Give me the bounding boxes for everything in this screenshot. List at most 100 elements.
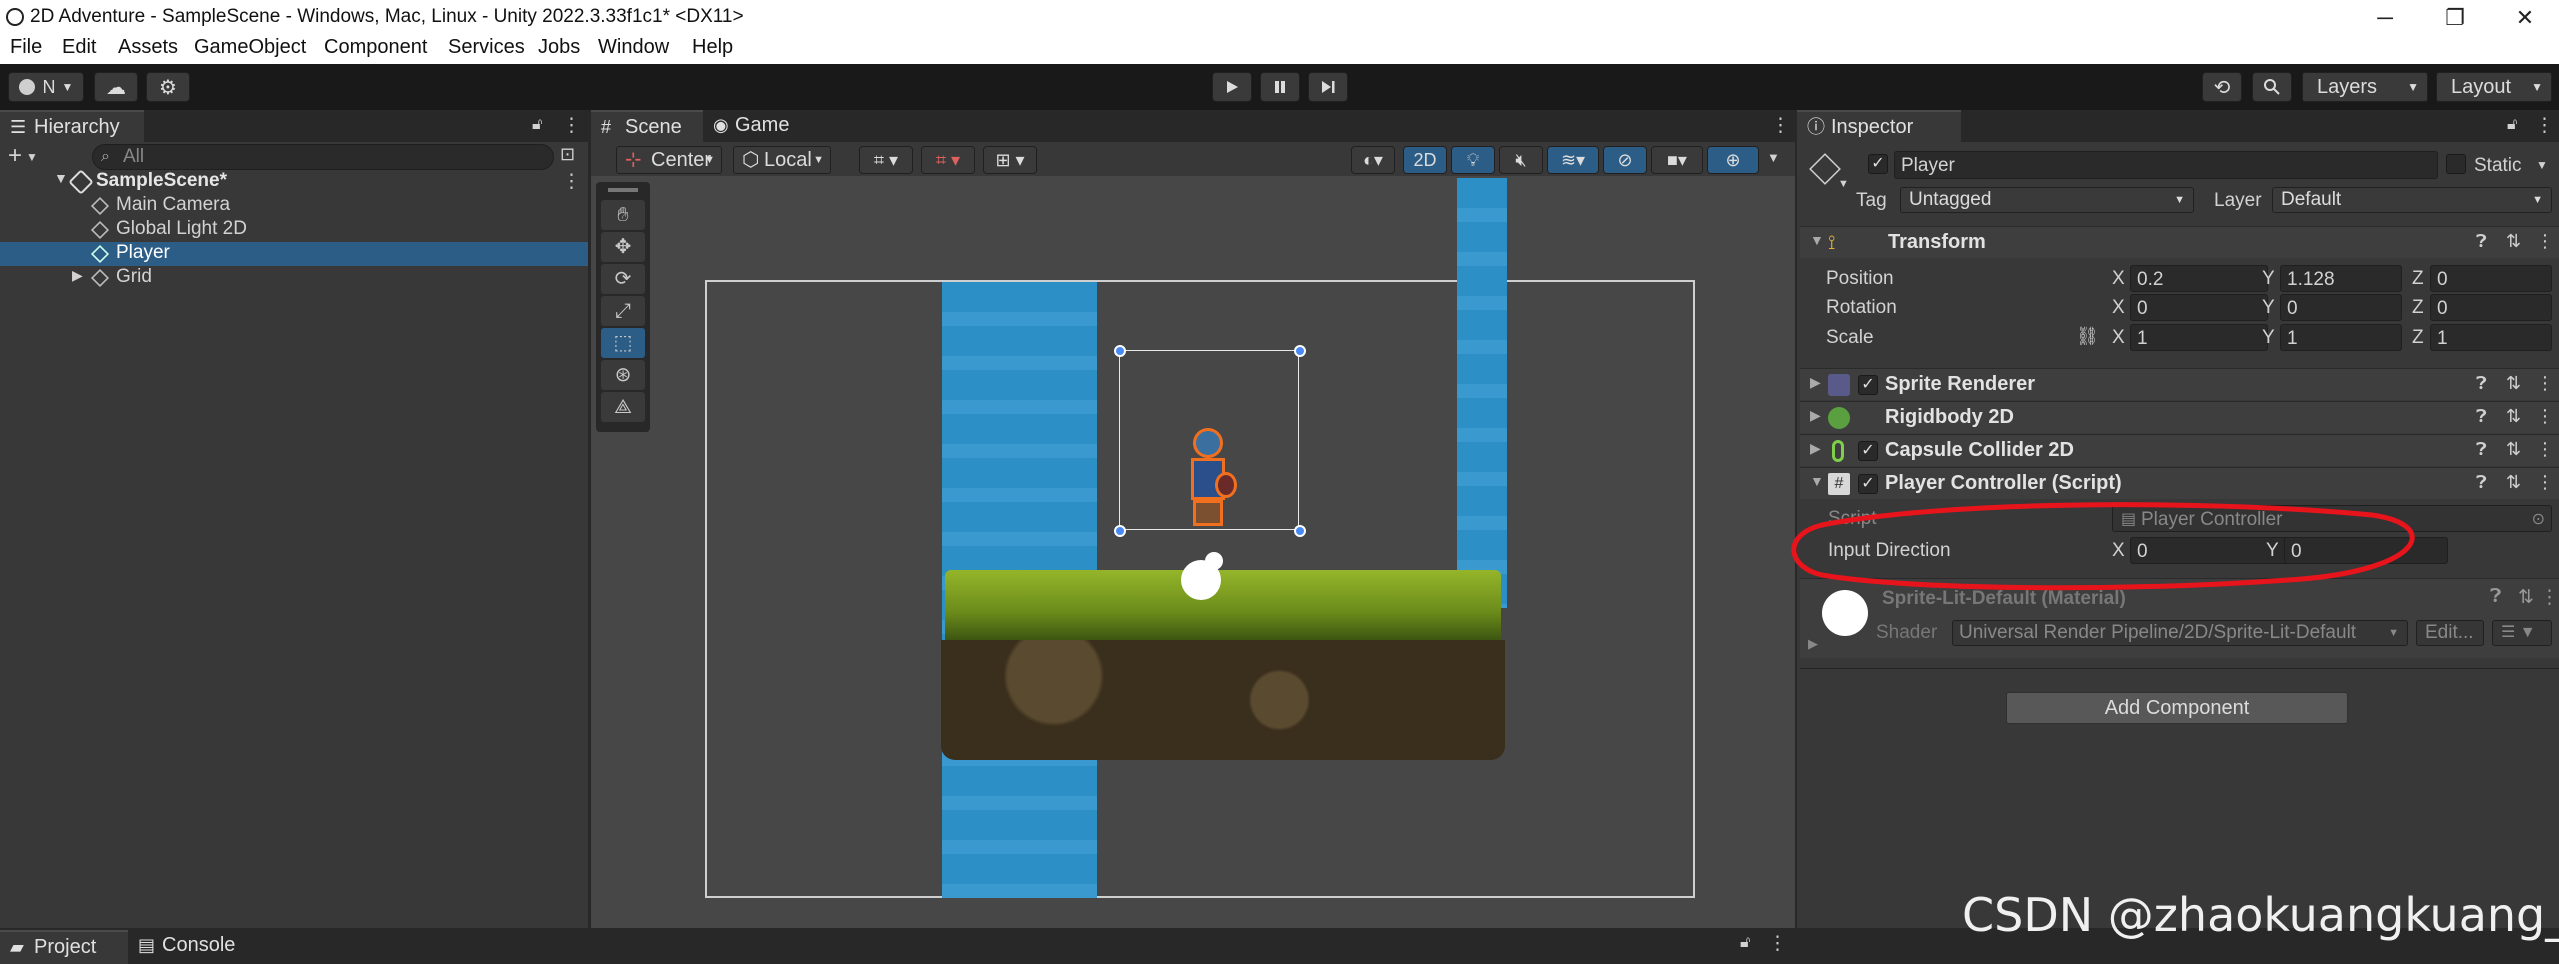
tab-console[interactable]: ▤ Console: [128, 930, 258, 964]
list-item[interactable]: Global Light 2D: [0, 218, 588, 242]
camera-button[interactable]: ■▾: [1651, 146, 1703, 174]
menu-file[interactable]: File: [10, 36, 42, 59]
hierarchy-search-input[interactable]: ⌕ All: [92, 144, 554, 170]
rotation-y-field[interactable]: 0: [2280, 294, 2402, 321]
scale-z-field[interactable]: 1: [2430, 324, 2552, 351]
effects-button[interactable]: ≋▾: [1547, 146, 1599, 174]
component-menu-icon[interactable]: ⋮: [2536, 406, 2554, 427]
expand-arrow-icon[interactable]: ▶: [72, 267, 83, 284]
scene-menu-icon[interactable]: ⋮: [562, 170, 581, 193]
player-sprite[interactable]: [1179, 428, 1237, 528]
more-options-icon[interactable]: ⋮: [562, 114, 581, 137]
audio-button[interactable]: 🔇︎: [1499, 146, 1543, 174]
step-button[interactable]: [1308, 72, 1348, 102]
scale-y-field[interactable]: 1: [2280, 324, 2402, 351]
scene-viewport[interactable]: [591, 178, 1795, 928]
presets-icon[interactable]: ⇅: [2506, 406, 2521, 427]
rotate-tool[interactable]: ⟳: [601, 264, 645, 294]
layers-dropdown[interactable]: Layers ▼: [2302, 72, 2428, 102]
tab-scene[interactable]: # Scene: [591, 110, 703, 142]
menu-edit[interactable]: Edit: [62, 36, 96, 59]
snap-increment-button[interactable]: ⌗ ▾: [921, 146, 975, 174]
help-icon[interactable]: ❓︎: [2476, 373, 2487, 394]
position-x-field[interactable]: 0.2: [2130, 265, 2268, 292]
presets-icon[interactable]: ⇅: [2506, 231, 2521, 252]
move-tool[interactable]: ✥: [601, 232, 645, 262]
cloud-button[interactable]: ☁: [94, 72, 138, 102]
list-item[interactable]: Main Camera: [0, 194, 588, 218]
expand-arrow-icon[interactable]: ▶: [1810, 440, 1821, 457]
rect-handle[interactable]: [1114, 345, 1126, 357]
menu-services[interactable]: Services: [448, 36, 525, 59]
presets-icon[interactable]: ⇅: [2506, 472, 2521, 493]
rigidbody-header[interactable]: ▶ Rigidbody 2D ❓︎ ⇅ ⋮: [1800, 401, 2559, 433]
component-menu-icon[interactable]: ⋮: [2536, 231, 2554, 252]
menu-assets[interactable]: Assets: [118, 36, 178, 59]
visibility-button[interactable]: ⊘: [1603, 146, 1647, 174]
more-options-icon[interactable]: ⋮: [1771, 114, 1790, 137]
add-component-button[interactable]: Add Component: [2006, 692, 2348, 724]
sprite-renderer-header[interactable]: ▶ ✓ Sprite Renderer ❓︎ ⇅ ⋮: [1800, 368, 2559, 400]
layer-dropdown[interactable]: Default ▼: [2272, 187, 2552, 213]
rect-tool[interactable]: ⬚: [601, 328, 645, 358]
menu-component[interactable]: Component: [324, 36, 427, 59]
hand-tool[interactable]: ✋︎: [601, 200, 645, 230]
layout-dropdown[interactable]: Layout ▼: [2436, 72, 2552, 102]
help-icon[interactable]: ❓︎: [2490, 586, 2501, 608]
collapse-arrow-icon[interactable]: ▼: [1810, 232, 1824, 248]
presets-icon[interactable]: ⇅: [2518, 586, 2534, 609]
lighting-button[interactable]: 💡︎: [1451, 146, 1495, 174]
mode-2d-button[interactable]: 2D: [1403, 146, 1447, 174]
help-icon[interactable]: ❓︎: [2476, 439, 2487, 460]
menu-help[interactable]: Help: [692, 36, 733, 59]
help-icon[interactable]: ❓︎: [2476, 406, 2487, 427]
drag-handle[interactable]: [608, 188, 638, 192]
expand-arrow-icon[interactable]: ▼: [54, 170, 68, 186]
list-item[interactable]: ▶ Grid: [0, 266, 588, 290]
component-enabled-checkbox[interactable]: ✓: [1858, 474, 1878, 494]
position-z-field[interactable]: 0: [2430, 265, 2552, 292]
lock-icon[interactable]: 🔓︎: [2507, 116, 2517, 134]
collab-button[interactable]: ⚙: [146, 72, 190, 102]
expand-arrow-icon[interactable]: ▶: [1808, 636, 1818, 652]
search-button[interactable]: [2252, 72, 2292, 102]
component-menu-icon[interactable]: ⋮: [2536, 439, 2554, 460]
presets-icon[interactable]: ⇅: [2506, 373, 2521, 394]
capsule-collider-header[interactable]: ▶ ✓ Capsule Collider 2D ❓︎ ⇅ ⋮: [1800, 434, 2559, 466]
component-menu-icon[interactable]: ⋮: [2536, 373, 2554, 394]
active-checkbox[interactable]: ✓: [1868, 154, 1888, 174]
shader-edit-button[interactable]: Edit...: [2416, 620, 2484, 646]
tab-inspector[interactable]: ⓘ Inspector: [1797, 110, 1961, 142]
menu-gameobject[interactable]: GameObject: [194, 36, 306, 59]
rect-handle[interactable]: [1294, 345, 1306, 357]
component-enabled-checkbox[interactable]: ✓: [1858, 441, 1878, 461]
shader-menu-button[interactable]: ☰ ▼: [2492, 620, 2552, 646]
scale-x-field[interactable]: 1: [2130, 324, 2268, 351]
rect-handle[interactable]: [1294, 525, 1306, 537]
scene-row[interactable]: ▼ SampleScene* ⋮: [0, 169, 588, 195]
menu-jobs[interactable]: Jobs: [538, 36, 580, 59]
static-checkbox[interactable]: [2446, 154, 2466, 174]
history-button[interactable]: ⟲: [2202, 72, 2242, 102]
tab-project[interactable]: ▰ Project: [0, 930, 128, 964]
shader-dropdown[interactable]: Universal Render Pipeline/2D/Sprite-Lit-…: [1952, 620, 2408, 646]
shading-button[interactable]: ◐▾: [1351, 146, 1395, 174]
chevron-down-icon[interactable]: ▼: [1838, 178, 1849, 190]
more-options-icon[interactable]: ⋮: [1768, 932, 1787, 955]
account-button[interactable]: N ▼: [8, 72, 84, 102]
ruler-button[interactable]: ⊞ ▾: [983, 146, 1037, 174]
help-icon[interactable]: ❓︎: [2476, 472, 2487, 493]
custom-tool[interactable]: ⟁: [601, 392, 645, 422]
play-button[interactable]: [1212, 72, 1252, 102]
rotation-x-field[interactable]: 0: [2130, 294, 2268, 321]
space-dropdown[interactable]: ⬡ Local ▼: [733, 146, 831, 174]
collapse-arrow-icon[interactable]: ▼: [1810, 473, 1824, 489]
lock-icon[interactable]: 🔓︎: [532, 116, 542, 134]
transform-header[interactable]: ▼ ⟟ Transform ❓︎ ⇅ ⋮: [1800, 226, 2559, 258]
transform-tool[interactable]: ⊛: [601, 360, 645, 390]
tab-hierarchy[interactable]: ☰ Hierarchy: [0, 110, 144, 142]
pivot-dropdown[interactable]: ⊹ Center ▼: [616, 146, 722, 174]
rotation-z-field[interactable]: 0: [2430, 294, 2552, 321]
menu-window[interactable]: Window: [598, 36, 669, 59]
gizmos-button[interactable]: ⊕: [1707, 146, 1759, 174]
